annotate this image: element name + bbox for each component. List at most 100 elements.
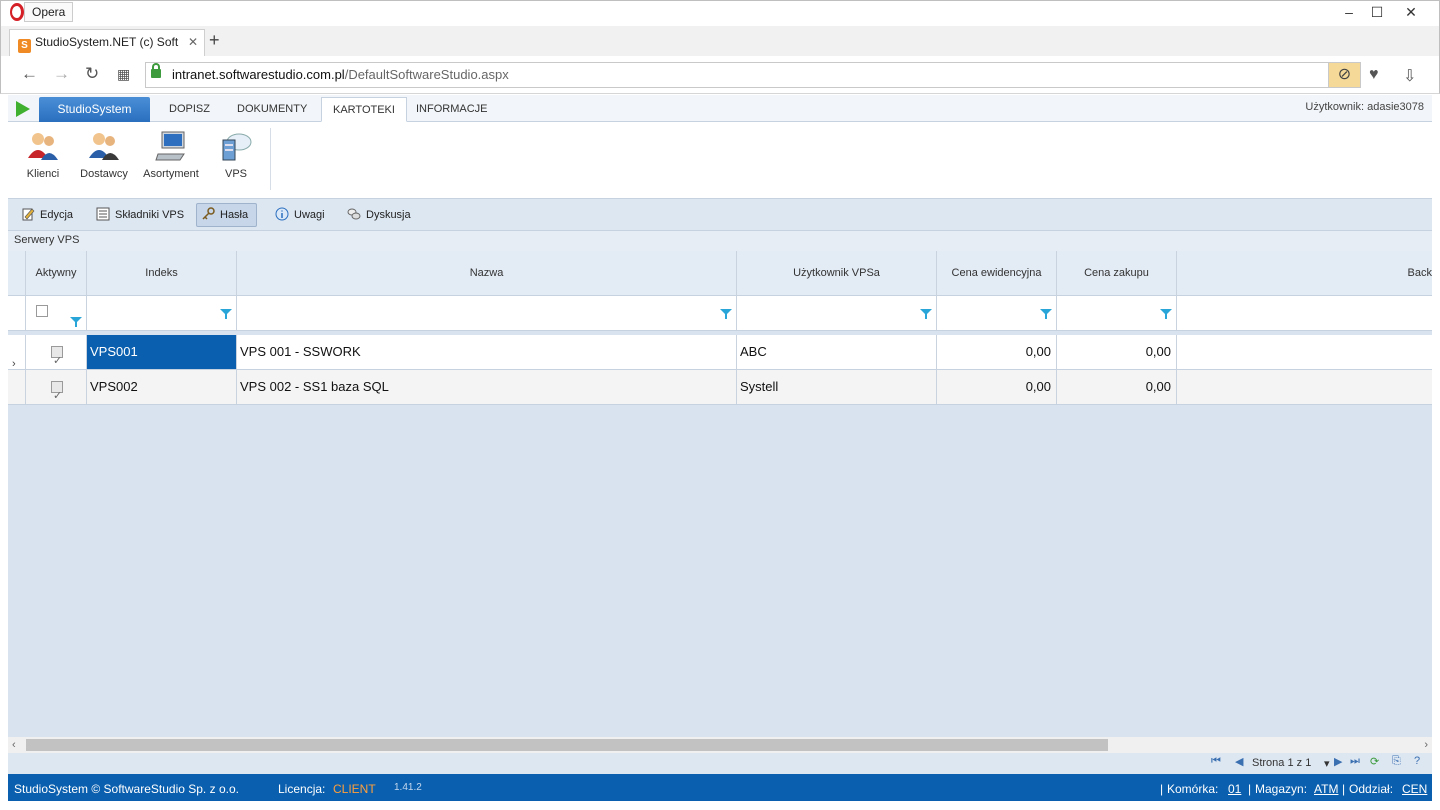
filter-cena-zakupu-cell[interactable] [1057,296,1177,330]
cell-cena-zakupu[interactable]: 0,00 [1057,370,1177,404]
horizontal-scrollbar[interactable]: ‹ › [8,737,1432,753]
cell-nazwa[interactable]: VPS 001 - SSWORK [237,335,737,369]
header-indeks[interactable]: Indeks [87,251,237,296]
header-cena-zakupu[interactable]: Cena zakupu [1057,251,1177,296]
heart-icon[interactable]: ♥ [1369,66,1379,84]
scroll-left-icon[interactable]: ‹ [12,737,16,753]
minimize-icon[interactable]: – [1335,3,1363,21]
header-uzytkownik[interactable]: Użytkownik VPSa [737,251,937,296]
filter-cena-ewidencyjna-cell[interactable] [937,296,1057,330]
filter-indeks-cell[interactable] [87,296,237,330]
ribbon-dostawcy-button[interactable]: Dostawcy [78,130,130,180]
copyright-text: StudioSystem © SoftwareStudio Sp. z o.o. [14,782,239,796]
page-selector[interactable]: Strona 1 z 1 [1252,757,1311,769]
dyskusja-button[interactable]: Dyskusja [342,203,420,227]
next-page-icon[interactable]: ▶ [1334,755,1342,768]
edycja-label: Edycja [40,209,74,221]
filter-uzytkownik-icon[interactable] [920,309,932,319]
edycja-button[interactable]: Edycja [16,203,82,227]
ribbon-klienci-button[interactable]: Klienci [25,130,61,180]
grid-filter-row [8,296,1432,331]
filter-aktywny-checkbox[interactable] [36,305,48,317]
adblock-icon[interactable]: ⊘ [1328,62,1361,88]
filter-uzytkownik-cell[interactable] [737,296,937,330]
filter-indicator-cell [8,296,26,330]
ribbon-vps-label: VPS [224,168,247,180]
cell-uzytkownik[interactable]: Systell [737,370,937,404]
download-icon[interactable]: ⇩ [1403,66,1416,86]
close-icon[interactable]: ✕ [1397,3,1425,21]
help-icon[interactable]: ? [1414,755,1420,767]
ribbon-klienci-label: Klienci [26,168,60,180]
skladniki-vps-button[interactable]: Składniki VPS [91,203,193,227]
hasla-button[interactable]: Hasła [196,203,258,227]
menu-dokumenty[interactable]: DOKUMENTY [226,97,318,122]
reload-icon[interactable]: ↻ [85,64,99,84]
header-back[interactable]: Back [1177,251,1432,296]
cell-uzytkownik[interactable]: ABC [737,335,937,369]
filter-nazwa-icon[interactable] [720,309,732,319]
current-row-icon: › [12,358,16,369]
opera-menu-button[interactable]: Opera [24,2,74,22]
menu-informacje[interactable]: INFORMACJE [405,97,499,122]
cell-back[interactable] [1177,370,1432,404]
oddzial-link[interactable]: CEN [1402,782,1427,796]
back-icon[interactable]: ← [21,64,38,84]
edit-icon [22,208,35,221]
prev-page-icon[interactable]: ◀ [1235,755,1243,768]
filter-aktywny-icon[interactable] [70,317,82,327]
table-row[interactable]: › VPS001 VPS 001 - SSWORK ABC 0,00 0,00 [8,335,1432,370]
magazyn-link[interactable]: ATM [1314,782,1338,796]
skladniki-vps-label: Składniki VPS [115,209,185,221]
filter-indeks-icon[interactable] [220,309,232,319]
filter-nazwa-cell[interactable] [237,296,737,330]
cell-cena-zakupu[interactable]: 0,00 [1057,335,1177,369]
forward-icon[interactable]: → [53,64,70,84]
ribbon-asortyment-label: Asortyment [143,168,199,180]
first-page-icon[interactable]: ⏮ [1211,755,1221,768]
header-nazwa[interactable]: Nazwa [237,251,737,296]
status-bar: StudioSystem © SoftwareStudio Sp. z o.o.… [8,774,1432,801]
page-dropdown-icon[interactable]: ▾ [1324,757,1330,770]
url-path: /DefaultSoftwareStudio.aspx [344,67,509,82]
menu-kartoteki[interactable]: KARTOTEKI [321,97,407,122]
filter-cena-zakupu-icon[interactable] [1160,309,1172,319]
license-label: Licencja: [278,782,326,796]
menu-dopisz[interactable]: DOPISZ [158,97,221,122]
header-cena-ewidencyjna[interactable]: Cena ewidencyjna [937,251,1057,296]
opera-logo-icon [10,3,24,21]
dyskusja-label: Dyskusja [366,209,411,221]
list-icon [96,207,110,221]
user-info: Użytkownik: adasie3078 [1305,101,1424,113]
komorka-link[interactable]: 01 [1228,782,1241,796]
ribbon-vps-button[interactable]: VPS [216,130,256,180]
export-icon[interactable]: ⎘ [1392,755,1401,768]
filter-back-cell[interactable] [1177,296,1432,330]
last-page-icon[interactable]: ⏭ [1350,755,1360,768]
refresh-icon[interactable]: ⟳ [1370,755,1379,768]
tab-close-icon[interactable]: ✕ [188,35,198,49]
cell-back[interactable] [1177,335,1432,369]
scrollbar-thumb[interactable] [26,739,1108,751]
uwagi-button[interactable]: Uwagi [270,203,334,227]
cell-cena-ewidencyjna[interactable]: 0,00 [937,335,1057,369]
ribbon-asortyment-button[interactable]: Asortyment [141,130,201,180]
lock-icon [151,63,161,78]
menu-studiosystem[interactable]: StudioSystem [39,97,150,122]
url-input[interactable]: intranet.softwarestudio.com.pl/DefaultSo… [145,62,1361,88]
cell-nazwa[interactable]: VPS 002 - SS1 baza SQL [237,370,737,404]
browser-tab[interactable]: S StudioSystem.NET (c) Soft ✕ [9,29,205,56]
new-tab-icon[interactable]: + [209,30,220,51]
filter-cena-ewidencyjna-icon[interactable] [1040,309,1052,319]
header-aktywny[interactable]: Aktywny [26,251,87,296]
version-text: 1.41.2 [394,782,422,793]
table-row[interactable]: VPS002 VPS 002 - SS1 baza SQL Systell 0,… [8,370,1432,405]
cell-cena-ewidencyjna[interactable]: 0,00 [937,370,1057,404]
scroll-right-icon[interactable]: › [1424,737,1428,753]
cell-indeks[interactable]: VPS002 [87,370,237,404]
play-icon[interactable] [16,101,30,117]
license-value: CLIENT [333,782,376,796]
maximize-icon[interactable]: ☐ [1363,3,1391,21]
speed-dial-icon[interactable]: ▦ [117,66,130,83]
cell-indeks[interactable]: VPS001 [87,335,237,369]
